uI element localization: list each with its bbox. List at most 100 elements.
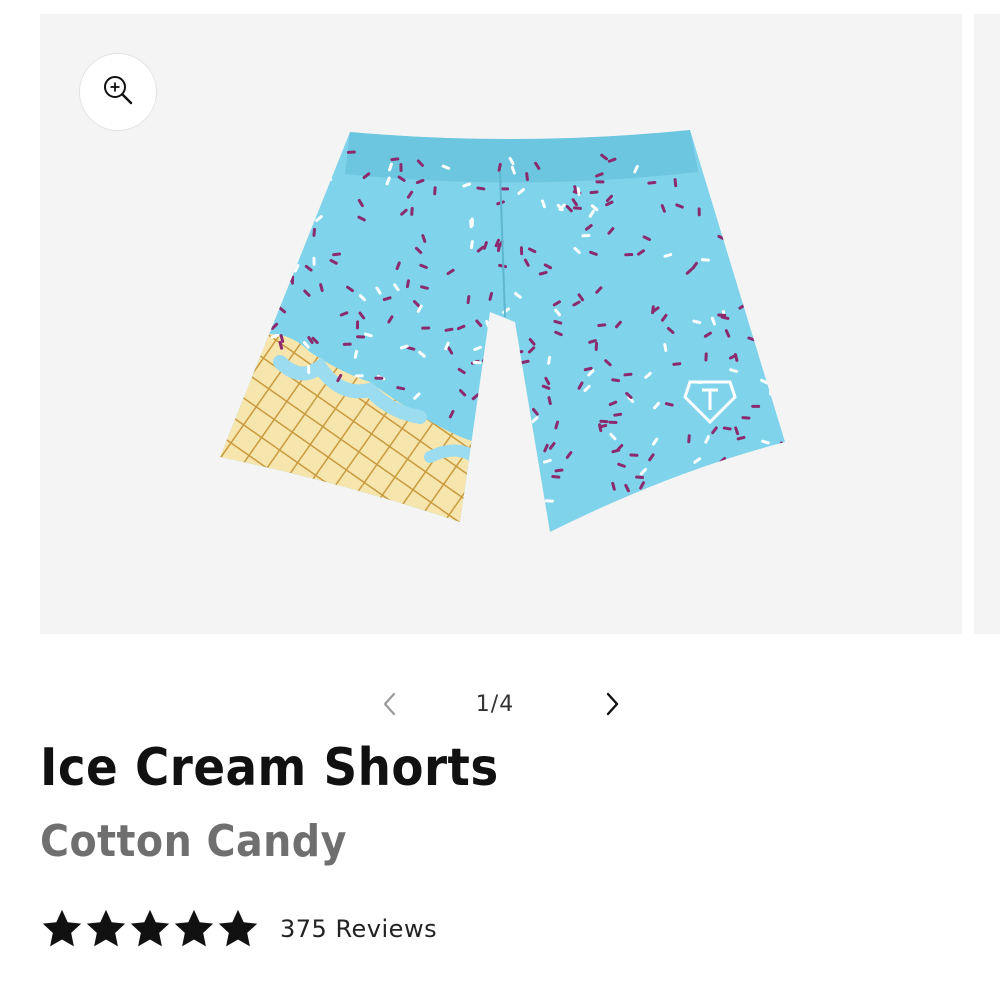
image-counter: 1/4 xyxy=(475,692,515,717)
sprinkle xyxy=(723,512,729,522)
sprinkle xyxy=(524,527,531,532)
image-pager: 1/4 xyxy=(370,684,620,728)
sprinkle xyxy=(534,461,539,471)
sprinkle xyxy=(282,156,291,163)
sprinkle xyxy=(767,155,773,165)
prev-image-button[interactable] xyxy=(372,688,408,724)
sprinkle xyxy=(307,365,311,375)
sprinkle xyxy=(759,153,766,162)
sprinkle xyxy=(751,404,761,408)
sprinkle xyxy=(270,286,280,291)
sprinkle xyxy=(493,316,503,323)
sprinkle xyxy=(251,198,258,208)
sprinkle xyxy=(469,219,473,229)
sprinkle xyxy=(761,275,766,285)
sprinkle xyxy=(299,208,307,217)
sprinkle xyxy=(770,492,778,500)
sprinkle xyxy=(757,525,765,532)
sprinkle xyxy=(410,206,414,216)
sprinkle xyxy=(232,331,239,340)
sprinkle xyxy=(433,186,437,196)
sprinkle xyxy=(576,518,583,527)
sprinkle xyxy=(742,189,751,196)
sprinkle xyxy=(284,236,294,242)
sprinkle xyxy=(319,179,329,186)
sprinkle xyxy=(246,258,250,268)
sprinkle xyxy=(537,505,546,511)
sprinkle xyxy=(741,220,750,228)
next-image-button[interactable] xyxy=(594,688,630,724)
sprinkle xyxy=(354,374,364,378)
sprinkle xyxy=(573,520,583,524)
sprinkle xyxy=(670,493,678,501)
sprinkle xyxy=(595,180,605,184)
sprinkle xyxy=(599,419,609,424)
sprinkle xyxy=(668,529,677,532)
zoom-button[interactable] xyxy=(79,53,157,131)
sprinkle xyxy=(714,465,721,474)
sprinkle xyxy=(258,311,268,317)
star-rating[interactable] xyxy=(40,907,260,951)
sprinkle xyxy=(762,155,769,164)
sprinkle xyxy=(638,506,648,510)
star-icon xyxy=(174,909,214,947)
sprinkle xyxy=(297,214,307,218)
star-icon xyxy=(130,909,170,947)
sprinkle xyxy=(618,516,624,526)
sprinkle xyxy=(771,460,777,470)
zoom-in-icon xyxy=(101,73,135,111)
sprinkle xyxy=(743,216,752,223)
sprinkle xyxy=(767,211,772,220)
sprinkle xyxy=(271,174,280,181)
reviews-link[interactable]: 375 Reviews xyxy=(280,915,437,943)
product-gallery[interactable] xyxy=(40,14,962,634)
sprinkle xyxy=(700,517,710,522)
sprinkle xyxy=(324,174,333,181)
sprinkle xyxy=(768,362,774,371)
sprinkle xyxy=(286,218,295,226)
sprinkle xyxy=(223,354,232,361)
sprinkle xyxy=(699,495,707,504)
sprinkle xyxy=(762,224,767,234)
sprinkle xyxy=(608,420,618,424)
sprinkle xyxy=(700,258,710,262)
sprinkle xyxy=(779,327,785,332)
sprinkle xyxy=(717,313,727,317)
sprinkle xyxy=(581,233,591,238)
sprinkle xyxy=(735,181,744,189)
product-image-shorts[interactable] xyxy=(220,112,790,532)
sprinkle xyxy=(266,178,275,185)
sprinkle xyxy=(629,453,639,457)
sprinkle xyxy=(223,225,233,230)
sprinkle xyxy=(246,286,253,295)
sprinkle xyxy=(734,195,742,204)
product-page: 1/4 Ice Cream Shorts Cotton Candy 375 Re… xyxy=(0,0,1000,1000)
next-image-preview[interactable] xyxy=(974,14,1000,634)
sprinkle xyxy=(472,360,482,365)
sprinkle xyxy=(312,256,316,266)
sprinkle xyxy=(253,164,262,172)
sprinkle xyxy=(693,522,702,530)
sprinkle xyxy=(374,376,384,380)
sprinkle xyxy=(220,324,229,329)
sprinkle xyxy=(290,275,295,285)
sprinkle xyxy=(282,221,292,226)
sprinkle xyxy=(704,352,708,362)
sprinkle xyxy=(756,457,762,467)
sprinkle xyxy=(673,506,682,514)
sprinkle xyxy=(356,335,366,339)
sprinkle xyxy=(775,323,785,329)
sprinkle xyxy=(529,489,537,498)
star-icon xyxy=(42,909,82,947)
sprinkle xyxy=(223,159,232,166)
sprinkle xyxy=(624,253,634,257)
sprinkle xyxy=(632,498,642,503)
sprinkle xyxy=(309,197,317,205)
sprinkle xyxy=(226,161,235,169)
sprinkle xyxy=(753,241,761,250)
sprinkle xyxy=(490,346,500,352)
product-color-name: Cotton Candy xyxy=(40,816,347,867)
sprinkle xyxy=(311,168,321,173)
sprinkle xyxy=(488,401,492,411)
sprinkle xyxy=(770,198,775,208)
